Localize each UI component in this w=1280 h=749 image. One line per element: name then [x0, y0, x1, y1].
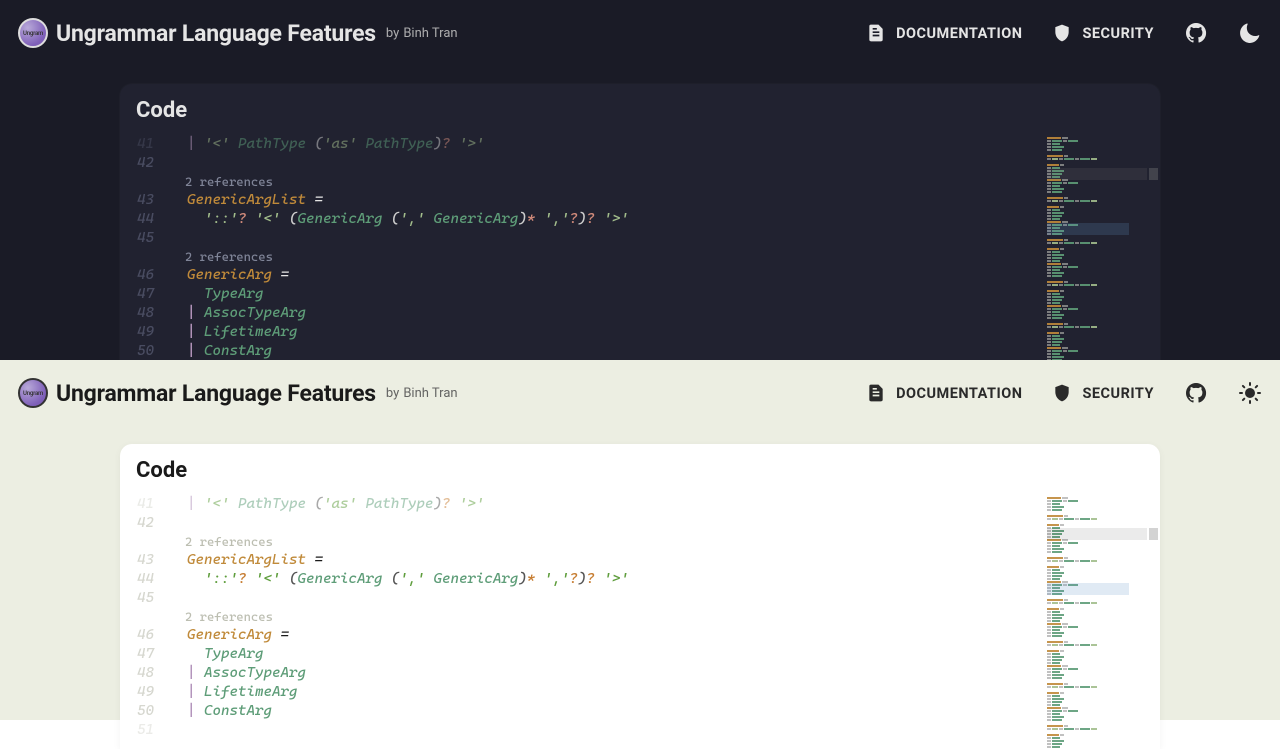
code-line[interactable]: 47 TypeArg [120, 285, 1047, 304]
nav: DOCUMENTATION SECURITY [866, 21, 1262, 45]
code-line[interactable]: 42 [120, 154, 1047, 173]
line-number: 46 [120, 626, 170, 645]
minimap-viewport[interactable] [1047, 168, 1147, 180]
line-number: 43 [120, 551, 170, 570]
nav-documentation[interactable]: DOCUMENTATION [866, 23, 1022, 43]
moon-icon[interactable] [1238, 21, 1262, 45]
dark-theme-pane: Ungram Ungrammar Language Features byBin… [0, 0, 1280, 360]
app-title: Ungrammar Language Features [56, 380, 376, 407]
minimap[interactable] [1047, 495, 1147, 749]
code-line[interactable]: 45 [120, 229, 1047, 248]
codelens[interactable]: 2 references [120, 608, 1047, 626]
logo[interactable]: Ungram [18, 18, 48, 48]
card-title: Code [120, 444, 1160, 495]
code-line[interactable]: 42 [120, 514, 1047, 533]
code-line[interactable]: 45 [120, 589, 1047, 608]
document-icon [866, 383, 886, 403]
nav-security-label: SECURITY [1082, 25, 1154, 42]
line-number: 49 [120, 683, 170, 702]
nav-documentation-label: DOCUMENTATION [896, 385, 1022, 402]
line-number: 44 [120, 210, 170, 229]
code-line[interactable]: 50 | ConstArg [120, 342, 1047, 361]
code-line[interactable]: 49 | LifetimeArg [120, 323, 1047, 342]
code-line[interactable]: 48 | AssocTypeArg [120, 664, 1047, 683]
code-card: Code 41 | '<' PathType ('as' PathType)? … [120, 84, 1160, 389]
line-number: 41 [120, 135, 170, 154]
code-line[interactable]: 51 [120, 721, 1047, 740]
line-number: 45 [120, 229, 170, 248]
code-line[interactable]: 47 TypeArg [120, 645, 1047, 664]
code-line[interactable]: 49 | LifetimeArg [120, 683, 1047, 702]
code-card: Code 41 | '<' PathType ('as' PathType)? … [120, 444, 1160, 749]
header: Ungram Ungrammar Language Features byBin… [0, 360, 1280, 426]
scrollbar-thumb[interactable] [1149, 528, 1158, 540]
line-number: 51 [120, 721, 170, 740]
code-line[interactable]: 50 | ConstArg [120, 702, 1047, 721]
document-icon [866, 23, 886, 43]
code-line[interactable]: 41 | '<' PathType ('as' PathType)? '>' [120, 495, 1047, 514]
line-number: 48 [120, 304, 170, 323]
codelens[interactable]: 2 references [120, 173, 1047, 191]
line-number: 43 [120, 191, 170, 210]
header: Ungram Ungrammar Language Features byBin… [0, 0, 1280, 66]
line-number: 45 [120, 589, 170, 608]
byline: byBinh Tran [386, 386, 458, 401]
line-number: 49 [120, 323, 170, 342]
shield-icon [1052, 23, 1072, 43]
nav-security[interactable]: SECURITY [1052, 383, 1154, 403]
logo[interactable]: Ungram [18, 378, 48, 408]
shield-icon [1052, 383, 1072, 403]
code-editor[interactable]: 41 | '<' PathType ('as' PathType)? '>'42… [120, 135, 1047, 380]
line-number: 47 [120, 645, 170, 664]
code-line[interactable]: 43 GenericArgList = [120, 191, 1047, 210]
github-icon[interactable] [1184, 381, 1208, 405]
byline: byBinh Tran [386, 26, 458, 41]
code-line[interactable]: 43 GenericArgList = [120, 551, 1047, 570]
code-line[interactable]: 44 '::'? '<' (GenericArg (',' GenericArg… [120, 210, 1047, 229]
line-number: 47 [120, 285, 170, 304]
line-number: 42 [120, 514, 170, 533]
nav-documentation-label: DOCUMENTATION [896, 25, 1022, 42]
nav: DOCUMENTATION SECURITY [866, 381, 1262, 405]
sun-icon[interactable] [1238, 381, 1262, 405]
scrollbar-thumb[interactable] [1149, 168, 1158, 180]
line-number: 42 [120, 154, 170, 173]
code-line[interactable]: 48 | AssocTypeArg [120, 304, 1047, 323]
line-number: 44 [120, 570, 170, 589]
github-icon[interactable] [1184, 21, 1208, 45]
codelens[interactable]: 2 references [120, 248, 1047, 266]
line-number: 46 [120, 266, 170, 285]
card-title: Code [120, 84, 1160, 135]
code-line[interactable]: 46 GenericArg = [120, 626, 1047, 645]
code-line[interactable]: 41 | '<' PathType ('as' PathType)? '>' [120, 135, 1047, 154]
light-theme-pane: Ungram Ungrammar Language Features byBin… [0, 360, 1280, 720]
minimap-viewport[interactable] [1047, 528, 1147, 540]
line-number: 41 [120, 495, 170, 514]
scrollbar[interactable] [1147, 135, 1160, 389]
code-editor[interactable]: 41 | '<' PathType ('as' PathType)? '>'42… [120, 495, 1047, 740]
app-title: Ungrammar Language Features [56, 20, 376, 47]
codelens[interactable]: 2 references [120, 533, 1047, 551]
line-number: 50 [120, 702, 170, 721]
line-number: 50 [120, 342, 170, 361]
minimap-highlight [1047, 223, 1129, 235]
minimap-highlight [1047, 583, 1129, 595]
nav-documentation[interactable]: DOCUMENTATION [866, 383, 1022, 403]
nav-security[interactable]: SECURITY [1052, 23, 1154, 43]
nav-security-label: SECURITY [1082, 385, 1154, 402]
line-number: 48 [120, 664, 170, 683]
scrollbar[interactable] [1147, 495, 1160, 749]
minimap[interactable] [1047, 135, 1147, 389]
code-line[interactable]: 46 GenericArg = [120, 266, 1047, 285]
code-line[interactable]: 44 '::'? '<' (GenericArg (',' GenericArg… [120, 570, 1047, 589]
